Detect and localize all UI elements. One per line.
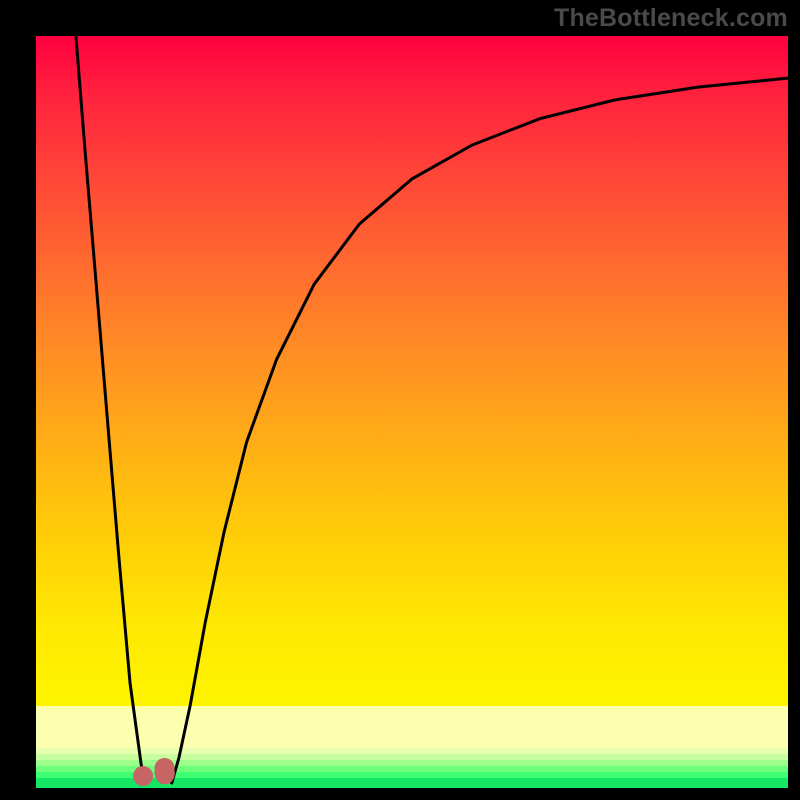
chart-frame: TheBottleneck.com bbox=[0, 0, 800, 800]
plot-area bbox=[36, 36, 788, 788]
watermark-text: TheBottleneck.com bbox=[554, 4, 788, 33]
gradient-main bbox=[36, 36, 788, 706]
optimum-marker-dot bbox=[133, 766, 153, 786]
gradient-pale-band bbox=[36, 706, 788, 748]
